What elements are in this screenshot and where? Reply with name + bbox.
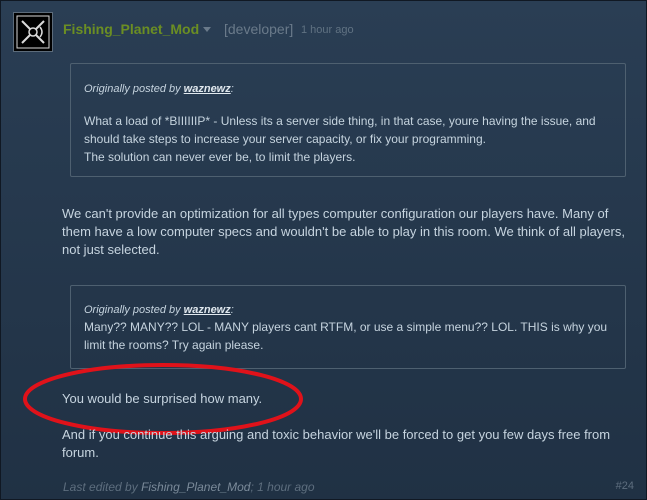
author-name-link[interactable]: Fishing_Planet_Mod — [63, 21, 199, 37]
quote-body: Many?? MANY?? LOL - MANY players cant RT… — [84, 318, 614, 354]
quote-prefix: Originally posted by — [84, 304, 184, 316]
quote-suffix: : — [230, 304, 234, 316]
quote-author-link[interactable]: waznewz — [184, 304, 231, 316]
quote-author-link[interactable]: waznewz — [184, 83, 231, 95]
quote-header: Originally posted by waznewz: — [84, 80, 234, 98]
post-timestamp: 1 hour ago — [301, 24, 354, 36]
forum-post: Fishing_Planet_Mod [developer] 1 hour ag… — [0, 0, 647, 500]
quote-line: limit the rooms? Try again please. — [84, 338, 264, 352]
quote-line: should take steps to increase your serve… — [84, 132, 486, 146]
post-number-link[interactable]: #24 — [616, 480, 634, 492]
avatar[interactable] — [13, 12, 53, 52]
fishing-planet-logo-icon — [16, 15, 50, 49]
quote-prefix: Originally posted by — [84, 83, 184, 95]
quote-header: Originally posted by waznewz: — [84, 301, 234, 319]
chevron-down-icon[interactable] — [202, 25, 212, 33]
edited-suffix: ; 1 hour ago — [250, 480, 315, 494]
quote-suffix: : — [230, 83, 234, 95]
developer-badge: [developer] — [224, 21, 294, 37]
reply-text: We can't provide an optimization for all… — [62, 206, 625, 257]
quote-line: Many?? MANY?? LOL - MANY players cant RT… — [84, 320, 608, 334]
reply-text: And if you continue this arguing and tox… — [62, 427, 611, 460]
quote-block: Originally posted by waznewz: What a loa… — [70, 63, 626, 177]
quote-block: Originally posted by waznewz: Many?? MAN… — [70, 285, 626, 369]
last-edited-note: Last edited by Fishing_Planet_Mod; 1 hou… — [63, 480, 315, 494]
edited-prefix: Last edited by — [63, 480, 142, 494]
quote-line: The solution can never ever be, to limit… — [84, 150, 356, 164]
quote-body: What a load of *BIIIIIIP* - Unless its a… — [84, 112, 614, 166]
edited-by-link[interactable]: Fishing_Planet_Mod — [141, 480, 250, 494]
quote-line: What a load of *BIIIIIIP* - Unless its a… — [84, 114, 596, 128]
